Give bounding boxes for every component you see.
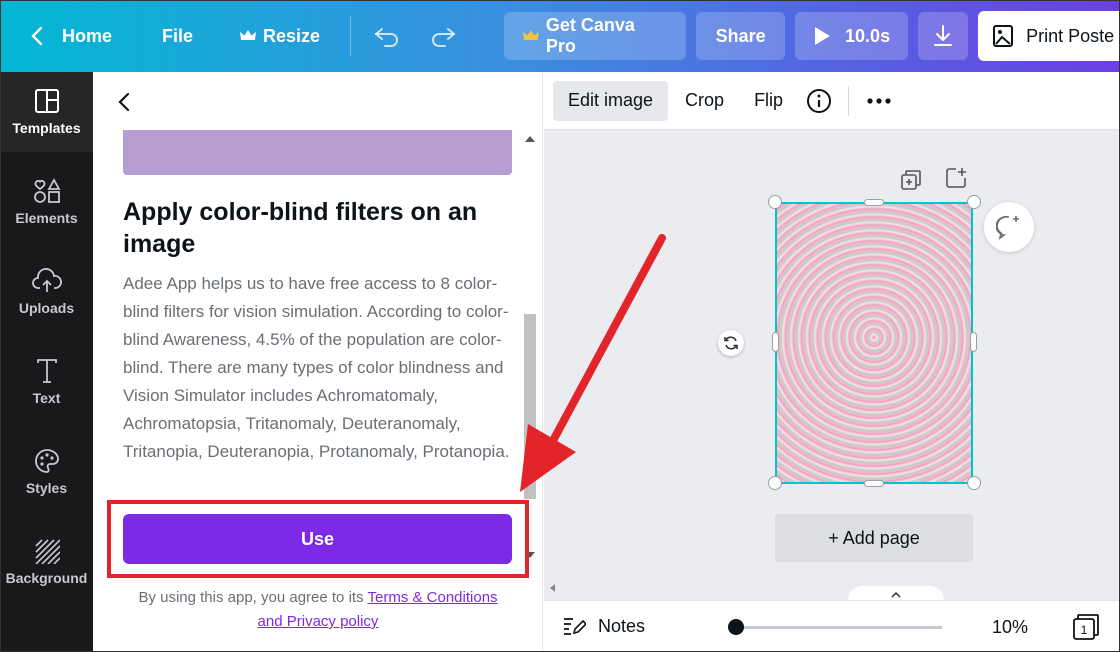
template-icon (34, 89, 59, 113)
rail-label-text: Text (32, 390, 61, 406)
add-page-icon[interactable] (944, 166, 968, 190)
left-rail: Templates Elements Uploads Text Styles B… (0, 72, 93, 652)
rail-item-text[interactable]: Text (0, 342, 93, 422)
comment-plus-icon (996, 215, 1019, 240)
file-label: File (162, 25, 194, 46)
text-t-icon (36, 359, 57, 383)
redo-icon (432, 28, 456, 47)
app-heading: Apply color-blind filters on an image (123, 198, 478, 258)
notes-pencil-icon (564, 618, 586, 635)
get-pro-label: Get Canva Pro (545, 15, 635, 56)
play-duration: 10.0s (845, 25, 891, 46)
app-side-panel: Apply color-blind filters on an image Ad… (93, 72, 543, 652)
rail-item-styles[interactable]: Styles (0, 432, 93, 512)
privacy-link[interactable]: and Privacy policy (258, 613, 379, 630)
panel-scrollbar[interactable] (521, 134, 539, 560)
resize-handle-bottom-left[interactable] (768, 476, 782, 490)
back-chevron-icon[interactable] (113, 90, 137, 114)
terms-link[interactable]: Terms & Conditions (367, 589, 497, 606)
more-options-button[interactable] (849, 81, 909, 121)
rail-item-background[interactable]: Background (0, 522, 93, 602)
notes-button[interactable]: Notes (562, 615, 645, 637)
resize-handle-right[interactable] (970, 332, 977, 352)
resize-handle-left[interactable] (772, 332, 779, 352)
add-page-button[interactable]: + Add page (775, 514, 973, 562)
canvas-horizontal-scrollbar[interactable] (544, 578, 1120, 600)
play-icon (815, 27, 831, 45)
home-button[interactable]: Home (28, 12, 112, 60)
palette-icon (34, 449, 59, 473)
more-dots-icon (867, 97, 891, 104)
get-canva-pro-button[interactable]: Get Canva Pro (504, 12, 687, 60)
rail-label-styles: Styles (25, 480, 68, 496)
scroll-left-arrow-icon[interactable] (550, 584, 555, 592)
resize-handle-bottom-right[interactable] (967, 476, 981, 490)
chevron-up-icon (891, 591, 901, 598)
add-comment-button[interactable] (984, 202, 1034, 252)
info-icon (807, 88, 832, 113)
rail-label-templates: Templates (12, 120, 81, 136)
play-button[interactable]: 10.0s (795, 12, 909, 60)
share-button[interactable]: Share (696, 12, 786, 60)
rail-item-templates[interactable]: Templates (0, 72, 93, 152)
scroll-up-arrow-icon[interactable] (525, 136, 535, 142)
crown-icon (523, 30, 539, 40)
app-description-scroll[interactable]: Apply color-blind filters on an image Ad… (93, 130, 543, 562)
rotate-icon (724, 336, 738, 350)
rotate-handle[interactable] (718, 330, 744, 356)
rail-label-elements: Elements (15, 210, 78, 226)
top-bar: Home File Resize Get Canva Pro Share 10.… (0, 0, 1120, 72)
app-description: Adee App helps us to have free access to… (123, 274, 510, 461)
resize-handle-top[interactable] (864, 199, 884, 206)
page-count-icon[interactable]: 1 (1072, 613, 1100, 641)
annotation-highlight-box (107, 500, 529, 578)
duplicate-page-icon[interactable] (899, 168, 923, 192)
share-label: Share (715, 25, 766, 46)
terms-text: By using this app, you agree to its Term… (113, 586, 523, 634)
undo-button[interactable] (373, 12, 401, 60)
topbar-divider (350, 16, 352, 56)
resize-button[interactable]: Resize (239, 12, 320, 60)
image-icon (993, 25, 1014, 47)
rail-item-uploads[interactable]: Uploads (0, 252, 93, 332)
zoom-level[interactable]: 10% (992, 617, 1028, 638)
chevron-left-icon (31, 26, 43, 46)
rail-label-uploads: Uploads (18, 300, 75, 316)
notes-label: Notes (598, 615, 646, 636)
rail-label-background: Background (5, 570, 88, 586)
resize-label: Resize (263, 25, 321, 46)
edit-image-button[interactable]: Edit image (553, 80, 669, 121)
crown-icon (240, 30, 257, 40)
print-label: Print Poste (1026, 25, 1115, 46)
image-toolbar: Edit image Crop Flip (544, 72, 1120, 130)
home-label: Home (62, 25, 113, 46)
cloud-upload-icon (31, 268, 62, 292)
page-count: 1 (1081, 623, 1088, 637)
selected-image[interactable] (775, 202, 973, 484)
hatch-icon (34, 539, 60, 564)
terms-prefix: By using this app, you agree to its (138, 589, 364, 606)
file-menu[interactable]: File (162, 12, 193, 60)
print-poster-button[interactable]: Print Poste (978, 11, 1120, 61)
info-button[interactable] (798, 81, 840, 121)
undo-icon (375, 28, 399, 47)
resize-handle-bottom[interactable] (864, 480, 884, 487)
scroll-thumb[interactable] (524, 314, 536, 499)
zoom-slider-knob[interactable] (728, 619, 744, 635)
rail-item-elements[interactable]: Elements (0, 162, 93, 242)
redo-button[interactable] (429, 12, 457, 60)
shapes-icon (33, 178, 61, 203)
download-icon (934, 25, 953, 46)
resize-handle-top-left[interactable] (768, 195, 782, 209)
download-button[interactable] (918, 12, 969, 60)
bottom-bar: Notes 10% 1 (544, 600, 1120, 652)
flip-button[interactable]: Flip (739, 81, 798, 121)
app-banner-image (123, 130, 512, 175)
resize-handle-top-right[interactable] (967, 195, 981, 209)
crop-button[interactable]: Crop (670, 81, 739, 121)
zoom-slider-track[interactable] (732, 626, 942, 629)
